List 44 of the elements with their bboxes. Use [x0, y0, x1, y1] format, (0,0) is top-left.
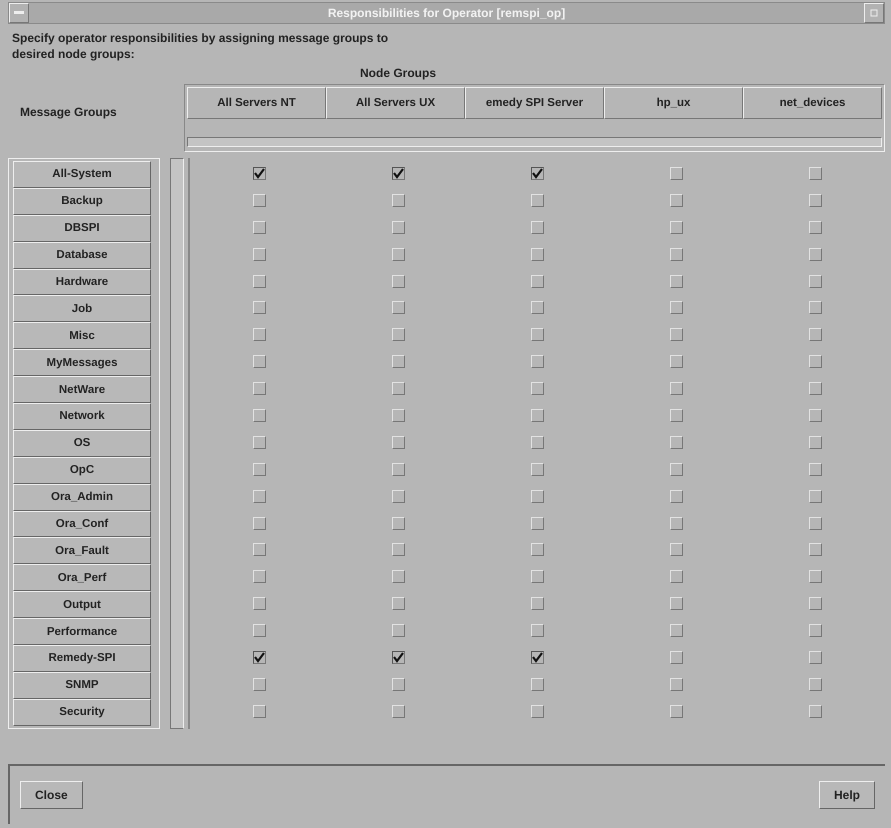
checkbox[interactable]: [531, 650, 544, 664]
window-title: Responsibilities for Operator [remspi_op]: [326, 6, 566, 20]
maximize-icon: [870, 9, 878, 17]
message-group-button[interactable]: All-System: [13, 161, 151, 188]
message-group-button[interactable]: MyMessages: [13, 349, 151, 376]
message-group-button[interactable]: NetWare: [13, 376, 151, 404]
message-group-button[interactable]: Performance: [13, 618, 151, 646]
message-group-button[interactable]: Ora_Conf: [13, 510, 151, 538]
message-group-button[interactable]: Output: [13, 591, 151, 618]
column-header[interactable]: emedy SPI Server: [465, 87, 604, 119]
message-group-button[interactable]: Backup: [13, 188, 151, 215]
vertical-scrollbar[interactable]: [170, 158, 184, 729]
column-header[interactable]: All Servers UX: [326, 87, 465, 119]
checkbox[interactable]: [392, 166, 405, 180]
column-header[interactable]: hp_ux: [604, 87, 743, 119]
node-groups-label: Node Groups: [360, 66, 438, 80]
menu-icon: [14, 11, 24, 15]
message-group-button[interactable]: Hardware: [13, 268, 151, 296]
column-header[interactable]: All Servers NT: [187, 87, 326, 119]
maximize-button[interactable]: [864, 3, 884, 23]
message-group-button[interactable]: OpC: [13, 456, 151, 484]
checkbox[interactable]: [253, 650, 266, 664]
message-group-button[interactable]: OS: [13, 430, 151, 457]
checkbox[interactable]: [392, 650, 405, 664]
checkbox[interactable]: [253, 166, 266, 180]
message-group-button[interactable]: Ora_Perf: [13, 564, 151, 592]
close-button[interactable]: Close: [20, 781, 83, 809]
instructions-text: Specify operator responsibilities by assigning message groups to desired node groups:: [12, 30, 390, 62]
checkbox[interactable]: [531, 166, 544, 180]
message-group-button[interactable]: Security: [13, 698, 151, 726]
help-button[interactable]: Help: [818, 781, 875, 809]
message-group-button[interactable]: SNMP: [13, 672, 151, 699]
message-groups-label: Message Groups: [19, 104, 118, 121]
window-menu-button[interactable]: [9, 3, 29, 23]
horizontal-scrollbar[interactable]: [187, 137, 882, 147]
message-group-button[interactable]: Database: [13, 242, 151, 269]
message-group-button[interactable]: Ora_Fault: [13, 537, 151, 564]
message-group-button[interactable]: Ora_Admin: [13, 484, 151, 511]
message-group-button[interactable]: Network: [13, 403, 151, 430]
column-header[interactable]: net_devices: [743, 87, 882, 119]
message-group-button[interactable]: Misc: [13, 322, 151, 350]
message-group-button[interactable]: DBSPI: [13, 214, 151, 242]
message-group-button[interactable]: Job: [13, 295, 151, 322]
message-group-button[interactable]: Remedy-SPI: [13, 645, 151, 672]
